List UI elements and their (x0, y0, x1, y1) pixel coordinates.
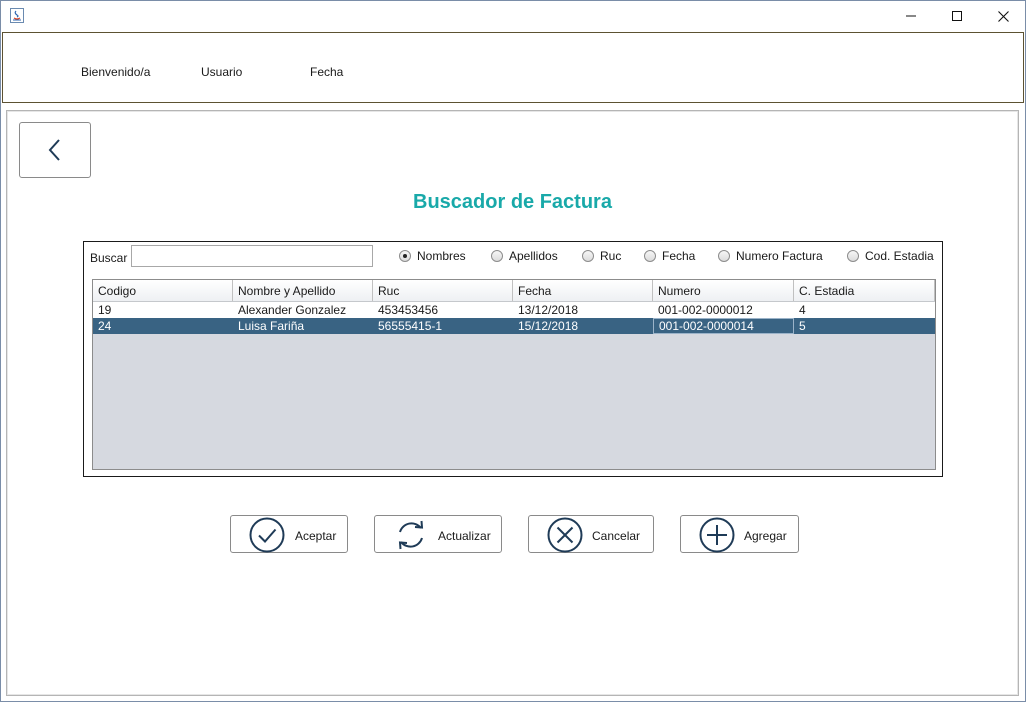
column-header-codigo[interactable]: Codigo (93, 280, 233, 301)
radio-label: Cod. Estadia (865, 249, 934, 263)
date-label: Fecha (310, 65, 344, 79)
header-panel: Bienvenido/a Usuario Fecha (2, 32, 1024, 103)
column-header-fecha[interactable]: Fecha (513, 280, 653, 301)
radio-ruc[interactable]: Ruc (582, 249, 621, 263)
main-panel: Buscador de Factura Buscar Nombres Apell… (6, 110, 1019, 696)
radio-button (847, 250, 859, 262)
column-header-nombre[interactable]: Nombre y Apellido (233, 280, 373, 301)
search-input[interactable] (131, 245, 373, 267)
accept-button[interactable]: Aceptar (230, 515, 348, 553)
close-icon (997, 10, 1009, 22)
accept-label: Aceptar (295, 529, 337, 543)
user-label: Usuario (201, 65, 243, 79)
table-cell: 15/12/2018 (518, 319, 579, 333)
plus-circle-icon (699, 517, 735, 553)
table-cell: Alexander Gonzalez (238, 303, 347, 317)
table-cell: 001-002-0000012 (658, 303, 753, 317)
maximize-icon (952, 11, 962, 21)
x-circle-icon (547, 517, 583, 553)
invoice-table[interactable]: Codigo Nombre y Apellido Ruc Fecha Numer… (92, 279, 936, 470)
check-circle-icon (249, 517, 285, 553)
page-title: Buscador de Factura (413, 191, 612, 213)
radio-label: Nombres (417, 249, 466, 263)
radio-label: Numero Factura (736, 249, 823, 263)
add-button[interactable]: Agregar (680, 515, 799, 553)
cancel-button[interactable]: Cancelar (528, 515, 654, 553)
radio-label: Ruc (600, 249, 622, 263)
table-cell: Luisa Fariña (238, 319, 305, 333)
add-label: Agregar (744, 529, 787, 543)
radio-fecha[interactable]: Fecha (644, 249, 695, 263)
chevron-left-icon (48, 139, 60, 161)
table-cell: 4 (799, 303, 806, 317)
radio-button (718, 250, 730, 262)
table-row-selected[interactable]: 24 Luisa Fariña 56555415-1 15/12/2018 00… (93, 318, 935, 334)
radio-label: Apellidos (509, 249, 558, 263)
table-cell: 56555415-1 (378, 319, 443, 333)
search-panel: Buscar Nombres Apellidos Ruc Fecha Numer… (83, 241, 943, 477)
table-row[interactable]: 19 Alexander Gonzalez 453453456 13/12/20… (93, 302, 935, 318)
minimize-button[interactable] (888, 1, 934, 31)
cancel-label: Cancelar (592, 529, 641, 543)
table-cell: 453453456 (378, 303, 439, 317)
maximize-button[interactable] (934, 1, 980, 31)
welcome-label: Bienvenido/a (81, 65, 151, 79)
refresh-label: Actualizar (438, 529, 491, 543)
table-cell-focused: 001-002-0000014 (653, 318, 794, 334)
table-cell: 24 (98, 319, 112, 333)
radio-button-checked (399, 250, 411, 262)
close-button[interactable] (980, 1, 1026, 31)
radio-cod-estadia[interactable]: Cod. Estadia (847, 249, 934, 263)
radio-button (491, 250, 503, 262)
refresh-button[interactable]: Actualizar (374, 515, 502, 553)
radio-numero-factura[interactable]: Numero Factura (718, 249, 823, 263)
table-cell: 5 (799, 319, 806, 333)
radio-apellidos[interactable]: Apellidos (491, 249, 558, 263)
back-button[interactable] (19, 122, 91, 178)
column-header-ruc[interactable]: Ruc (373, 280, 513, 301)
title-bar (1, 1, 1025, 31)
table-cell: 13/12/2018 (518, 303, 579, 317)
column-header-numero[interactable]: Numero (653, 280, 794, 301)
app-window: Bienvenido/a Usuario Fecha Buscador de F… (0, 0, 1026, 702)
minimize-icon (906, 15, 916, 17)
table-cell: 19 (98, 303, 112, 317)
column-header-estadia[interactable]: C. Estadia (794, 280, 935, 301)
radio-nombres[interactable]: Nombres (399, 249, 466, 263)
radio-label: Fecha (662, 249, 696, 263)
radio-button (644, 250, 656, 262)
refresh-icon (398, 520, 424, 550)
java-icon (10, 8, 24, 23)
table-header: Codigo Nombre y Apellido Ruc Fecha Numer… (93, 280, 935, 302)
search-label: Buscar (90, 251, 128, 265)
radio-button (582, 250, 594, 262)
